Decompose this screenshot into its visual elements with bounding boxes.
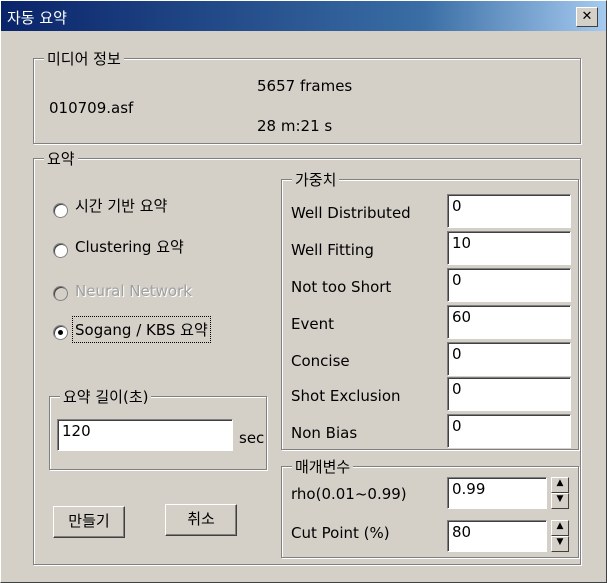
radio-time-based[interactable] [53, 203, 68, 218]
auto-summary-dialog: 자동 요약 ✕ 미디어 정보 010709.asf 5657 frames 28… [0, 0, 607, 583]
summary-length-input[interactable]: 120 [57, 419, 233, 451]
radio-clustering-label[interactable]: Clustering 요약 [75, 236, 184, 257]
weight-input-concise[interactable]: 0 [447, 342, 571, 376]
summary-length-unit: sec [239, 429, 265, 447]
weight-label-shot-exclusion: Shot Exclusion [291, 387, 401, 405]
weights-label: 가중치 [292, 169, 340, 190]
cut-point-spin-down-icon[interactable]: ▼ [551, 536, 569, 552]
weight-input-shot-exclusion[interactable]: 0 [447, 377, 571, 411]
param-input-cut-point[interactable]: 80 [447, 520, 547, 552]
weight-label-not-too-short: Not too Short [291, 278, 392, 296]
weight-label-concise: Concise [291, 352, 350, 370]
param-input-rho[interactable]: 0.99 [447, 477, 547, 509]
weight-input-well-fitting[interactable]: 10 [447, 231, 571, 265]
param-label-cut-point: Cut Point (%) [291, 524, 390, 542]
rho-spin-up-icon[interactable]: ▲ [551, 477, 569, 493]
cancel-button[interactable]: 취소 [165, 504, 237, 536]
weight-label-event: Event [291, 315, 334, 333]
cut-point-spin-up-icon[interactable]: ▲ [551, 520, 569, 536]
summary-length-label: 요약 길이(초) [60, 386, 152, 407]
close-icon[interactable]: ✕ [576, 7, 598, 27]
radio-sogang-kbs[interactable] [53, 325, 68, 340]
weight-input-non-bias[interactable]: 0 [447, 414, 571, 448]
media-frames: 5657 frames [257, 77, 353, 95]
weight-label-well-fitting: Well Fitting [291, 241, 374, 259]
param-label-rho: rho(0.01~0.99) [291, 485, 407, 503]
radio-neural-network-label[interactable]: Neural Network [75, 282, 192, 300]
media-info-label: 미디어 정보 [44, 48, 124, 69]
media-duration: 28 m:21 s [257, 117, 333, 135]
window-title: 자동 요약 [7, 9, 67, 27]
weight-input-event[interactable]: 60 [447, 305, 571, 339]
params-label: 매개변수 [292, 456, 354, 477]
radio-sogang-kbs-label[interactable]: Sogang / KBS 요약 [72, 316, 211, 343]
radio-time-based-label[interactable]: 시간 기반 요약 [75, 195, 167, 216]
radio-neural-network[interactable] [53, 286, 68, 301]
create-button[interactable]: 만들기 [53, 506, 125, 538]
summary-label: 요약 [44, 148, 78, 169]
weight-label-well-distributed: Well Distributed [291, 204, 411, 222]
title-bar[interactable]: 자동 요약 ✕ [1, 1, 606, 31]
weight-label-non-bias: Non Bias [291, 424, 358, 442]
rho-spin-down-icon[interactable]: ▼ [551, 493, 569, 509]
media-filename: 010709.asf [49, 99, 134, 117]
weight-input-well-distributed[interactable]: 0 [447, 194, 571, 228]
weight-input-not-too-short[interactable]: 0 [447, 268, 571, 302]
radio-clustering[interactable] [53, 243, 68, 258]
